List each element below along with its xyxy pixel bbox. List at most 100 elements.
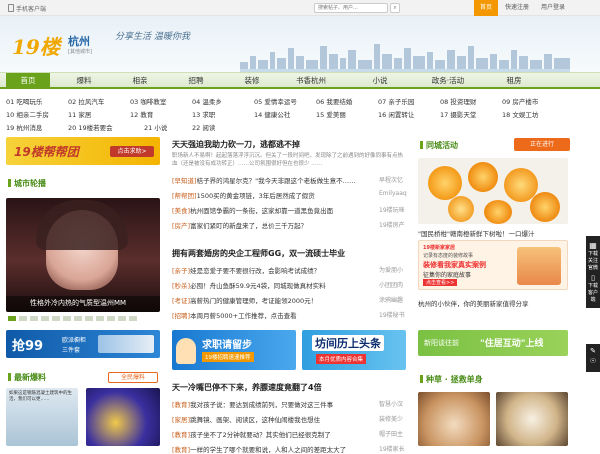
carousel-dot[interactable]	[30, 316, 38, 321]
headline-1[interactable]: 天天强迫我助力砍一刀，逃都逃不掉	[172, 139, 300, 150]
orange-activity-image[interactable]	[418, 158, 568, 224]
housing-interaction-banner[interactable]: 新阳谈往前 "住居互动"上线	[418, 330, 568, 356]
nav-zufang[interactable]: 租房	[492, 73, 536, 88]
top-link-home[interactable]: 首页	[474, 0, 498, 16]
nav-xiangqin[interactable]: 相亲	[118, 73, 162, 88]
job-banner[interactable]: 求职请留步 19楼招聘速速推荐	[172, 330, 296, 370]
nav-xiaoshuo[interactable]: 小说	[358, 73, 402, 88]
news-list-item[interactable]: [秒杀]必囤！舟山鱼酥59.9元4袋，同城现做真材实料 小团团肉	[172, 280, 403, 290]
carousel-dot[interactable]	[107, 316, 115, 321]
side-tools-tab[interactable]: ✎ ☉	[586, 344, 600, 372]
nav-home[interactable]: 首页	[6, 73, 50, 88]
search-icon[interactable]: ⌕	[390, 3, 400, 13]
subnav-item[interactable]: 21 小说	[144, 122, 167, 132]
carousel-dots	[8, 316, 158, 322]
carousel-dot[interactable]	[41, 316, 49, 321]
activity-caption[interactable]: "国民桥柑"赣南橙新鲜下树啦！一口爆汁	[418, 228, 534, 238]
headline-banner[interactable]: 坊间历上头条 本月优质内容合集	[302, 330, 406, 370]
news-list-item[interactable]: [房产]富家们紧盯的新盘来了，总价三千万起？ 19楼房产	[172, 220, 405, 230]
subnav-item[interactable]: 02 拉风汽车	[68, 96, 104, 106]
carousel-dot[interactable]	[118, 316, 126, 321]
report-news-button[interactable]: 全民爆料	[108, 372, 158, 383]
subnav-item[interactable]: 22 阅读	[192, 122, 215, 132]
carousel-image[interactable]: 性格外冷内热的气质型温州MM	[6, 198, 160, 312]
carousel-dot[interactable]	[85, 316, 93, 321]
subnav-item[interactable]: 18 文娱工坊	[502, 109, 538, 119]
subnav-item[interactable]: 13 求职	[192, 109, 215, 119]
nav-zhengwu[interactable]: 政务·活动	[420, 73, 476, 88]
subnav-item[interactable]: 04 温柔乡	[192, 96, 222, 106]
subnav-item[interactable]: 08 投资理财	[440, 96, 476, 106]
headline-3[interactable]: 天一冷嘴巴停不下来，养膘速度竟翻了4倍	[172, 382, 322, 393]
help-button[interactable]: 点击求助>	[110, 146, 154, 157]
ad-small-1: 欧派橱柜	[62, 337, 87, 344]
top-link-register[interactable]: 快速注册	[502, 0, 532, 16]
nav-zhaopin[interactable]: 招聘	[174, 73, 218, 88]
product-image	[98, 335, 154, 353]
news-list-item[interactable]: [招聘]本周月薪5000+工作推荐，点击查看 19楼秘书	[172, 310, 405, 320]
subnav-item[interactable]: 20 19楼若要会	[68, 122, 113, 132]
subnav-item[interactable]: 06 我要结婚	[316, 96, 352, 106]
home-story-caption[interactable]: 杭州的小伙伴，你的美丽新家值得分享	[418, 298, 529, 308]
subnav-item[interactable]: 19 杭州消息	[6, 122, 42, 132]
news-list-item[interactable]: [帮帮团]1500买的黄金项链，3年后居然成了假货 Emilyaaq	[172, 190, 407, 200]
subnav-item[interactable]: 17 摄影天堂	[440, 109, 476, 119]
ad-small-2: 三件套	[62, 347, 81, 354]
news-thumb-2[interactable]	[86, 388, 160, 446]
subnav-item[interactable]: 12 教育	[130, 109, 153, 119]
subnav-item[interactable]: 16 闲置转让	[378, 109, 414, 119]
subnav-item[interactable]: 11 家居	[68, 109, 91, 119]
activity-ongoing-button[interactable]: 正在进行	[514, 138, 570, 151]
cabinet-ad-banner[interactable]: 抢99 欧派橱柜 三件套	[6, 330, 160, 358]
nav-baoliao[interactable]: 爆料	[62, 73, 106, 88]
news-list-item[interactable]: [教育]孩子坐不了2分钟就要动？其实他们已经很克制了 帽子田主	[172, 429, 403, 439]
carousel-dot[interactable]	[19, 316, 27, 321]
subnav-item[interactable]: 14 健康公社	[254, 109, 290, 119]
carousel-dot[interactable]	[52, 316, 60, 321]
subnav-item[interactable]: 15 爱美丽	[316, 109, 346, 119]
news-list-item[interactable]: [美食]杭州面馆争霸的一条街，这家却靠一道黑鱼竟出面 19楼玩咪	[172, 205, 405, 215]
carousel-dot-active[interactable]	[8, 316, 16, 321]
carousel-dot[interactable]	[96, 316, 104, 321]
subnav-item[interactable]: 03 咖啡教室	[130, 96, 166, 106]
qr-icon: ▦	[589, 241, 597, 250]
main-nav: 首页 爆料 相亲 招聘 装修 书香杭州 小说 政务·活动 租房	[0, 72, 600, 89]
headset-icon[interactable]: ☉	[586, 357, 600, 365]
news-thumb-1[interactable]: 如果这是钢筋混凝土建筑中的生活，我们可以更……	[6, 388, 78, 446]
home-story-ad[interactable]: 19楼新家家居 记录有态度的装修故事 装修看我家真实案例 征集你的家庭故事 点击…	[418, 240, 568, 290]
site-header: 19楼 杭州 [其他城市] 分享生活 温暖你我	[0, 16, 600, 72]
banner-left-text: 新阳谈往前	[424, 339, 459, 347]
news-list-item[interactable]: [教育]我对孩子说：要达到成绩前列，只要做对这三件事 智慧小汉	[172, 399, 403, 409]
subnav-item[interactable]: 07 亲子乐园	[378, 96, 414, 106]
headline-2[interactable]: 拥有两套婚房的央企工程师GG，双一流硕士毕业	[172, 248, 345, 259]
carousel-dot[interactable]	[63, 316, 71, 321]
job-banner-sub: 19楼招聘速速推荐	[202, 352, 254, 362]
carousel-dot[interactable]	[74, 316, 82, 321]
search-input[interactable]	[314, 3, 388, 13]
edit-icon[interactable]: ✎	[586, 347, 600, 355]
ad-view-button[interactable]: 点击查看>>	[423, 279, 458, 286]
other-city-link[interactable]: [其他城市]	[68, 48, 92, 55]
news-list-item[interactable]: [亲子]娃是恋爱子要不要很行改，会影响考试成绩？ 为爱朋小	[172, 265, 403, 275]
subnav-item[interactable]: 10 相亲二手房	[6, 109, 49, 119]
side-download-tab[interactable]: ▦ 下载 关注 官微 ▯ 下载 客户端	[586, 236, 600, 308]
subnav-item[interactable]: 01 吃喝玩乐	[6, 96, 42, 106]
food-thumb-1[interactable]	[418, 392, 490, 446]
news-list-item[interactable]: [早知道]桔子界的鸿星尔克？"我今天非跟这个老板做生意不…… 早程次忆	[172, 175, 403, 185]
news-list-item[interactable]: [家居]跳舞镜、画架、阅读区，这种仙闹楼我也想住 装修美少	[172, 414, 403, 424]
help-group-banner[interactable]: 19楼帮帮团 点击求助>	[6, 137, 160, 165]
subnav-item[interactable]: 05 爱情幸运号	[254, 96, 297, 106]
mobile-client-link[interactable]: 手机客户端	[8, 4, 46, 13]
site-logo[interactable]: 19楼	[12, 31, 60, 60]
top-link-login[interactable]: 用户登录	[538, 0, 568, 16]
couple-illustration	[517, 247, 561, 285]
news-list-item[interactable]: [考证]高薪热门的健康管理师，考证能领2000元！ 涂鸦幽趣	[172, 295, 403, 305]
carousel-dot[interactable]	[129, 316, 137, 321]
nav-shuxiang[interactable]: 书香杭州	[284, 73, 338, 88]
headline-1-summary: 职场新人不易啊！起起落落浮浮沉沉。但关了一段时间吧，发现除了之前遇到的好像同事有…	[172, 153, 404, 167]
food-thumb-2[interactable]	[496, 392, 568, 446]
subnav-item[interactable]: 09 房产楼市	[502, 96, 538, 106]
news-list-item[interactable]: [教育]一样的学生了哪个就要和说，人和人之间的差距太大了 19楼家长	[172, 444, 405, 454]
nav-zhuangxiu[interactable]: 装修	[230, 73, 274, 88]
site-slogan: 分享生活 温暖你我	[115, 32, 190, 42]
